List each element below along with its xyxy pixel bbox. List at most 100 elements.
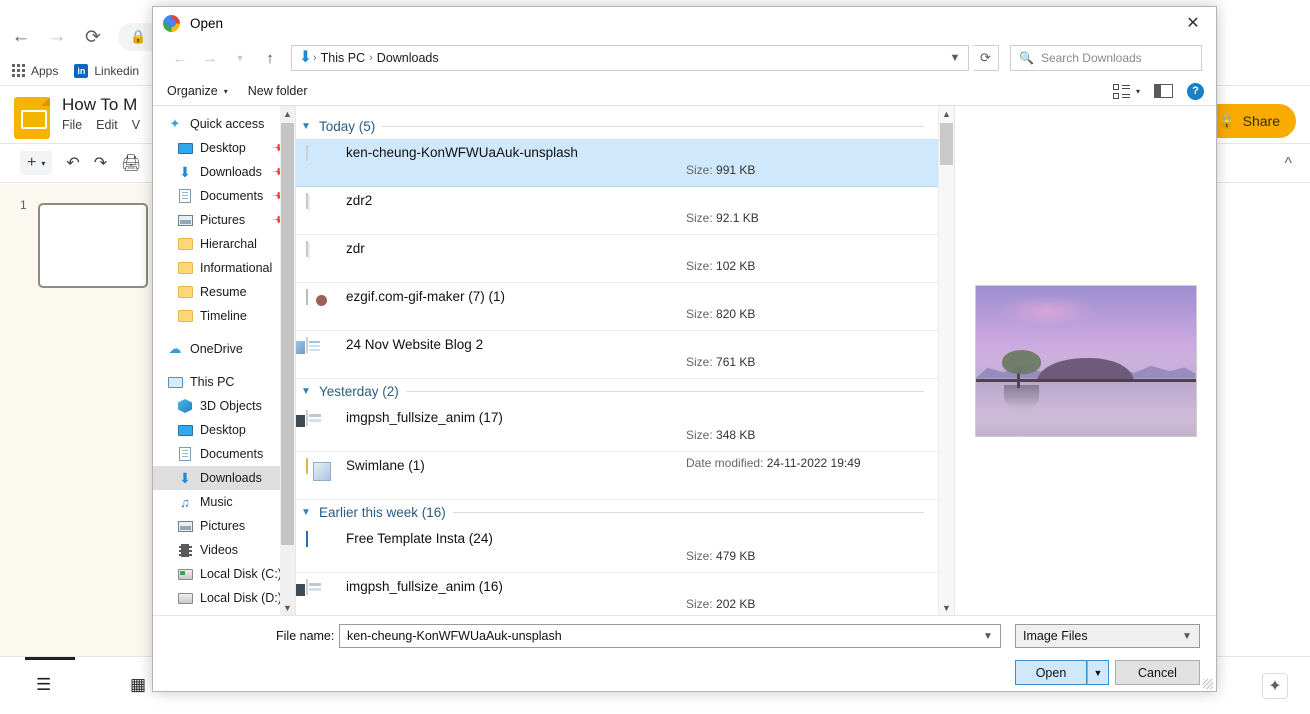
resize-grip[interactable] xyxy=(1203,679,1213,689)
sidebar-item-documents-qa[interactable]: Documents 📌 xyxy=(153,184,295,208)
scrollbar-thumb[interactable] xyxy=(281,123,294,545)
meta-value: 479 KB xyxy=(716,549,755,563)
back-arrow-icon[interactable]: ← xyxy=(167,45,193,71)
monitor-icon xyxy=(177,422,193,438)
breadcrumb-downloads[interactable]: Downloads xyxy=(377,51,439,65)
explore-diamond-icon[interactable]: ✦ xyxy=(1262,673,1288,699)
file-group-header-earlier-this-week[interactable]: ▼ Earlier this week (16) xyxy=(296,500,938,525)
help-icon[interactable]: ? xyxy=(1187,83,1204,100)
sidebar-item-downloads-pc[interactable]: ⬇ Downloads xyxy=(153,466,295,490)
chevron-down-icon[interactable]: ▼ xyxy=(300,507,312,518)
table-row[interactable]: Swimlane (1) Date modified: 24-11-2022 1… xyxy=(296,452,938,500)
table-row[interactable]: 24 Nov Website Blog 2 Size: 761 KB xyxy=(296,331,938,379)
chevron-down-icon[interactable]: ▼ xyxy=(1177,631,1197,642)
sidebar-item-hierarchal[interactable]: Hierarchal xyxy=(153,232,295,256)
lock-icon: 🔒 xyxy=(130,29,146,45)
meta-label: Size: xyxy=(686,428,713,442)
redo-icon[interactable]: ↷ xyxy=(94,153,107,173)
file-name: 24 Nov Website Blog 2 xyxy=(346,336,483,354)
sidebar-item-local-disk-d[interactable]: Local Disk (D:) xyxy=(153,586,295,610)
sidebar-item-music[interactable]: ♫ Music xyxy=(153,490,295,514)
refresh-icon[interactable]: ⟳ xyxy=(973,45,999,71)
back-arrow-icon[interactable]: ← xyxy=(10,26,32,48)
view-options-button[interactable]: ▾ xyxy=(1113,84,1140,99)
search-input[interactable]: 🔍 Search Downloads xyxy=(1010,45,1202,71)
menu-file[interactable]: File xyxy=(62,118,82,132)
bookmark-linkedin[interactable]: in Linkedin xyxy=(74,64,139,78)
forward-arrow-icon[interactable]: → xyxy=(197,45,223,71)
sidebar-item-onedrive[interactable]: ☁ OneDrive xyxy=(153,337,295,361)
slide-thumbnail[interactable] xyxy=(38,203,148,288)
cancel-button[interactable]: Cancel xyxy=(1115,660,1200,685)
scrollbar-thumb[interactable] xyxy=(940,123,953,165)
table-row[interactable]: ezgif.com-gif-maker (7) (1) Size: 820 KB xyxy=(296,283,938,331)
chevron-down-icon[interactable]: ▼ xyxy=(944,46,966,70)
file-name-label: File name: xyxy=(276,629,334,643)
file-meta: Size: 202 KB xyxy=(686,597,755,611)
reload-icon[interactable]: ⟳ xyxy=(82,26,104,48)
chevron-down-icon[interactable]: ▼ xyxy=(280,600,295,615)
chevron-up-icon[interactable]: ▲ xyxy=(939,106,954,121)
preview-pane-icon[interactable] xyxy=(1154,84,1173,98)
file-group-header-yesterday[interactable]: ▼ Yesterday (2) xyxy=(296,379,938,404)
chevron-up-icon[interactable]: ^ xyxy=(1284,155,1292,173)
chevron-down-icon[interactable]: ▼ xyxy=(978,631,998,642)
chevron-down-icon[interactable]: ▼ xyxy=(300,386,312,397)
disk-c-icon xyxy=(177,566,193,582)
chevron-down-icon[interactable]: ▼ xyxy=(300,121,312,132)
scrollbar-track[interactable] xyxy=(280,121,295,600)
sidebar-item-this-pc[interactable]: This PC xyxy=(153,370,295,394)
sidebar-item-videos[interactable]: Videos xyxy=(153,538,295,562)
table-row[interactable]: imgpsh_fullsize_anim (17) Size: 348 KB xyxy=(296,404,938,452)
sidebar-item-local-disk-c[interactable]: Local Disk (C:) xyxy=(153,562,295,586)
table-row[interactable]: imgpsh_fullsize_anim (16) Size: 202 KB xyxy=(296,573,938,615)
table-row[interactable]: ken-cheung-KonWFWUaAuk-unsplash Size: 99… xyxy=(296,139,938,187)
sidebar-item-quick-access[interactable]: ✦ Quick access xyxy=(153,112,295,136)
lock-icon: 🔒 xyxy=(1218,113,1235,130)
file-name-input[interactable]: ken-cheung-KonWFWUaAuk-unsplash ▼ xyxy=(339,624,1001,648)
menu-view[interactable]: V xyxy=(132,118,140,132)
table-row[interactable]: zdr2 Size: 92.1 KB xyxy=(296,187,938,235)
sidebar-scrollbar[interactable]: ▲ ▼ xyxy=(280,106,295,615)
open-button[interactable]: Open xyxy=(1015,660,1087,685)
sidebar-item-downloads-qa[interactable]: ⬇ Downloads 📌 xyxy=(153,160,295,184)
file-type-select[interactable]: Image Files ▼ xyxy=(1015,624,1200,648)
forward-arrow-icon[interactable]: → xyxy=(46,26,68,48)
sidebar-item-desktop-pc[interactable]: Desktop xyxy=(153,418,295,442)
meta-value: 24-11-2022 19:49 xyxy=(767,456,861,470)
sidebar-item-pictures-pc[interactable]: Pictures xyxy=(153,514,295,538)
new-folder-button[interactable]: New folder xyxy=(248,84,308,98)
undo-icon[interactable]: ↶ xyxy=(66,153,79,173)
document-title[interactable]: How To M xyxy=(62,95,140,115)
sidebar-item-timeline[interactable]: Timeline xyxy=(153,304,295,328)
active-indicator xyxy=(25,657,75,660)
sidebar-item-desktop[interactable]: Desktop 📌 xyxy=(153,136,295,160)
scrollbar-track[interactable] xyxy=(939,121,954,600)
sidebar-item-informational[interactable]: Informational xyxy=(153,256,295,280)
bookmark-apps[interactable]: Apps xyxy=(12,64,58,78)
sidebar-item-3d-objects[interactable]: 3D Objects xyxy=(153,394,295,418)
table-row[interactable]: Free Template Insta (24) Size: 479 KB xyxy=(296,525,938,573)
sidebar-item-label: Desktop xyxy=(200,423,246,437)
sidebar-item-documents-pc[interactable]: Documents xyxy=(153,442,295,466)
print-icon[interactable]: 🖨 xyxy=(121,153,141,173)
layout-icon[interactable]: ☰ xyxy=(36,675,51,695)
chevron-up-icon[interactable]: ▲ xyxy=(280,106,295,121)
file-group-header-today[interactable]: ▼ Today (5) xyxy=(296,114,938,139)
table-row[interactable]: zdr Size: 102 KB xyxy=(296,235,938,283)
file-list-scrollbar[interactable]: ▲ ▼ xyxy=(938,106,954,615)
chevron-down-icon[interactable]: ▼ xyxy=(939,600,954,615)
menu-edit[interactable]: Edit xyxy=(96,118,118,132)
address-bar[interactable]: ⬇ › This PC › Downloads ▼ xyxy=(291,45,969,71)
sidebar-item-pictures-qa[interactable]: Pictures 📌 xyxy=(153,208,295,232)
open-split-button[interactable]: ▼ xyxy=(1087,660,1109,685)
new-slide-button[interactable]: + ▾ xyxy=(20,151,52,175)
organize-button[interactable]: Organize ▾ xyxy=(167,84,228,98)
close-icon[interactable]: ✕ xyxy=(1170,7,1216,39)
sidebar-item-resume[interactable]: Resume xyxy=(153,280,295,304)
file-list: ▼ Today (5) ken-cheung-KonWFWUaAuk-unspl… xyxy=(295,106,954,615)
breadcrumb-this-pc[interactable]: This PC xyxy=(321,51,365,65)
grid-icon[interactable]: ▦ xyxy=(130,675,146,695)
up-arrow-icon[interactable]: ↑ xyxy=(257,45,283,71)
recent-locations-icon[interactable]: ▼ xyxy=(227,45,253,71)
